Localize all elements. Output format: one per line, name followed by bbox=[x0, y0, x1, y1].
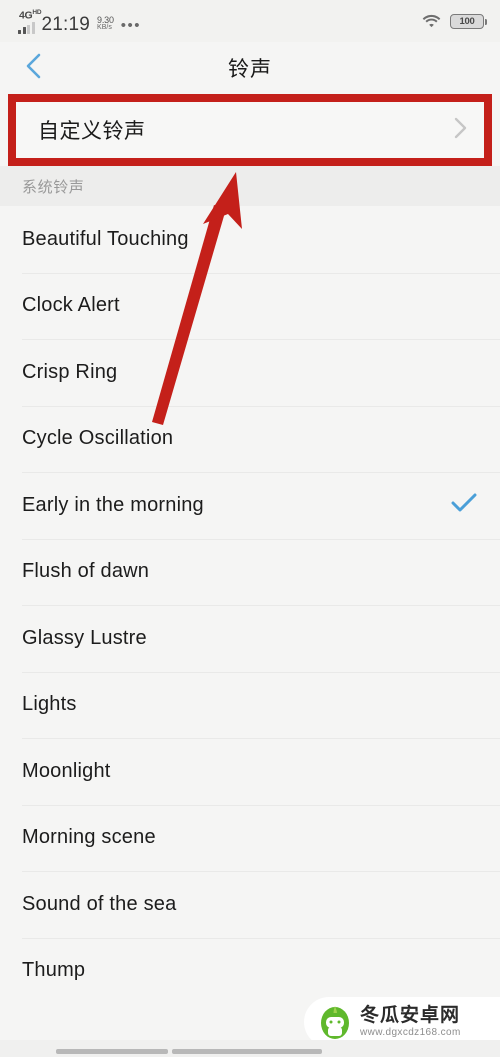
ringtone-row[interactable]: Early in the morning bbox=[0, 472, 500, 539]
battery-icon: 100 bbox=[450, 13, 487, 29]
nav-pill-right[interactable] bbox=[172, 1049, 322, 1054]
network-type-label: 4GHD bbox=[19, 9, 42, 22]
ringtone-row[interactable]: Flush of dawn bbox=[0, 538, 500, 606]
ringtone-row[interactable]: Sound of the sea bbox=[0, 871, 500, 938]
watermark-site-name: 冬瓜安卓网 bbox=[360, 1005, 461, 1026]
nav-pill-left[interactable] bbox=[56, 1049, 168, 1054]
ringtone-name: Glassy Lustre bbox=[22, 626, 147, 649]
signal-bars-icon bbox=[18, 22, 35, 34]
chevron-left-icon bbox=[24, 51, 44, 86]
ringtone-list: Beautiful Touching Clock Alert Crisp Ring C… bbox=[0, 206, 500, 1004]
network-speed-unit: KB/s bbox=[97, 24, 112, 32]
system-navigation-bar bbox=[0, 1040, 500, 1057]
ringtone-row[interactable]: Lights bbox=[0, 671, 500, 739]
page-header: 铃声 bbox=[0, 42, 500, 94]
ringtone-name: Sound of the sea bbox=[22, 892, 177, 915]
ringtone-row[interactable]: Crisp Ring bbox=[0, 339, 500, 406]
check-icon bbox=[450, 491, 478, 520]
ringtone-name: Cycle Oscillation bbox=[22, 427, 174, 450]
android-mascot-logo-icon bbox=[318, 1004, 352, 1040]
status-bar-overflow-icon[interactable]: ••• bbox=[121, 18, 141, 34]
ringtone-name: Thump bbox=[22, 959, 86, 982]
ringtone-name: Moonlight bbox=[22, 759, 111, 782]
status-bar-right: 100 bbox=[422, 13, 487, 29]
ringtone-name: Early in the morning bbox=[22, 493, 204, 516]
custom-ringtone-label: 自定义铃声 bbox=[38, 120, 146, 143]
network-speed: 9.30 KB/s bbox=[97, 16, 114, 34]
ringtone-name: Crisp Ring bbox=[22, 360, 118, 383]
wifi-icon bbox=[422, 14, 441, 28]
ringtone-row[interactable]: Cycle Oscillation bbox=[0, 405, 500, 473]
ringtone-name: Flush of dawn bbox=[22, 560, 150, 583]
system-ringtones-section-header: 系统铃声 bbox=[0, 166, 500, 206]
phone-screen: 4GHD 21:19 9.30 KB/s ••• 100 铃声 自定义铃声 系统… bbox=[0, 0, 500, 1057]
status-bar-clock: 21:19 bbox=[41, 13, 91, 35]
ringtone-name: Clock Alert bbox=[22, 294, 120, 317]
ringtone-row[interactable]: Glassy Lustre bbox=[0, 605, 500, 672]
ringtone-name: Morning scene bbox=[22, 826, 156, 849]
ringtone-row[interactable]: Thump bbox=[0, 937, 500, 1005]
status-bar-left: 4GHD 21:19 9.30 KB/s ••• bbox=[18, 8, 141, 34]
ringtone-row[interactable]: Moonlight bbox=[0, 738, 500, 805]
section-title: 系统铃声 bbox=[22, 178, 85, 196]
watermark-text: 冬瓜安卓网 www.dgxcdz168.com bbox=[360, 1005, 461, 1039]
ringtone-name: Beautiful Touching bbox=[22, 227, 189, 250]
chevron-right-icon bbox=[452, 115, 468, 146]
back-button[interactable] bbox=[14, 48, 54, 88]
custom-ringtone-row[interactable]: 自定义铃声 bbox=[16, 102, 484, 158]
watermark-site-url: www.dgxcdz168.com bbox=[360, 1027, 461, 1038]
ringtone-row[interactable]: Clock Alert bbox=[0, 272, 500, 340]
status-bar: 4GHD 21:19 9.30 KB/s ••• 100 bbox=[0, 0, 500, 42]
ringtone-row[interactable]: Morning scene bbox=[0, 804, 500, 872]
cellular-signal-icon: 4GHD bbox=[18, 8, 42, 34]
custom-ringtone-section: 自定义铃声 bbox=[0, 94, 500, 166]
ringtone-row[interactable]: Beautiful Touching bbox=[0, 206, 500, 273]
network-speed-value: 9.30 bbox=[97, 14, 114, 25]
page-title: 铃声 bbox=[228, 58, 272, 81]
battery-level-label: 100 bbox=[459, 15, 475, 27]
ringtone-name: Lights bbox=[22, 693, 77, 716]
